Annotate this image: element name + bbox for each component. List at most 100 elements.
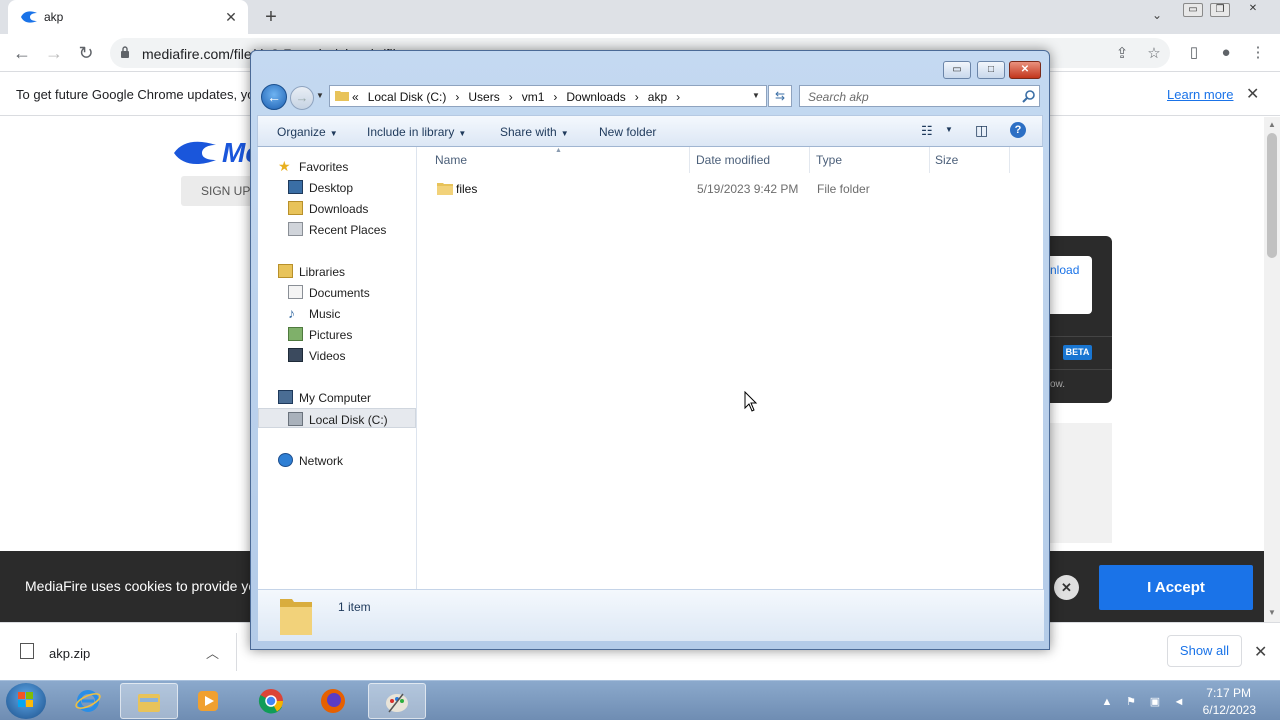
breadcrumb-users[interactable]: Users <box>468 90 499 104</box>
organize-menu[interactable]: Organize ▼ <box>277 125 338 139</box>
breadcrumb-separator[interactable]: › <box>553 90 557 104</box>
nav-documents[interactable]: Documents <box>258 282 416 302</box>
nav-network[interactable]: Network <box>258 450 416 470</box>
clock-time[interactable]: 7:17 PM <box>1206 686 1251 700</box>
window-minimize-button[interactable]: ▭ <box>1183 3 1203 17</box>
include-in-library-menu[interactable]: Include in library ▼ <box>367 125 466 139</box>
nav-recent-places-label: Recent Places <box>309 223 387 237</box>
breadcrumb-separator[interactable]: › <box>676 90 680 104</box>
new-tab-button[interactable]: + <box>260 6 282 28</box>
explorer-close-button[interactable]: ✕ <box>1009 61 1041 79</box>
accept-cookies-button[interactable]: I Accept <box>1099 565 1253 610</box>
taskbar-media-player[interactable] <box>180 683 238 719</box>
nav-libraries[interactable]: Libraries <box>258 261 416 281</box>
volume-muted-icon[interactable]: ◄ <box>1172 695 1186 709</box>
window-restore-button[interactable]: ❐ <box>1210 3 1230 17</box>
nav-my-computer[interactable]: My Computer <box>258 387 416 407</box>
column-name[interactable]: Name <box>435 153 467 167</box>
address-history-chevron-icon[interactable]: ▼ <box>752 91 760 100</box>
column-separator[interactable] <box>809 147 810 173</box>
download-file-name[interactable]: akp.zip <box>49 646 90 661</box>
reload-icon[interactable]: ↻ <box>75 42 97 64</box>
file-row[interactable]: files 5/19/2023 9:42 PM File folder <box>427 177 1027 199</box>
column-date-modified[interactable]: Date modified <box>696 153 770 167</box>
nav-music-label: Music <box>309 307 341 321</box>
menu-kebab-icon[interactable]: ⋮ <box>1248 43 1268 63</box>
back-arrow-icon[interactable]: ← <box>11 42 33 64</box>
view-options-chevron-icon[interactable]: ▼ <box>945 125 953 134</box>
share-icon[interactable]: ⇪ <box>1113 45 1131 63</box>
network-icon[interactable]: ▣ <box>1148 695 1162 709</box>
taskbar-internet-explorer[interactable] <box>60 683 118 719</box>
breadcrumb-separator[interactable]: › <box>635 90 639 104</box>
breadcrumb-separator[interactable]: › <box>455 90 459 104</box>
action-center-flag-icon[interactable]: ⚑ <box>1124 695 1138 709</box>
breadcrumb-local-disk[interactable]: Local Disk (C:) <box>368 90 447 104</box>
column-separator[interactable] <box>929 147 930 173</box>
tab-close-icon[interactable]: ✕ <box>222 8 240 26</box>
share-with-menu[interactable]: Share with ▼ <box>500 125 569 139</box>
page-scrollbar[interactable]: ▲ ▼ <box>1264 117 1280 622</box>
window-close-button[interactable]: ✕ <box>1243 3 1263 17</box>
taskbar-paint[interactable] <box>368 683 426 719</box>
download-options-chevron-icon[interactable]: ︿ <box>206 643 219 662</box>
scroll-thumb[interactable] <box>1267 133 1277 258</box>
breadcrumb-vm1[interactable]: vm1 <box>522 90 545 104</box>
bookmark-star-icon[interactable]: ☆ <box>1145 45 1163 63</box>
organize-label: Organize <box>277 125 326 139</box>
explorer-forward-button[interactable]: → <box>290 86 314 110</box>
nav-music[interactable]: ♪ Music <box>258 303 416 323</box>
breadcrumb-overflow[interactable]: « <box>352 90 359 104</box>
new-folder-button[interactable]: New folder <box>599 125 656 139</box>
browser-tab[interactable]: akp ✕ <box>8 0 248 34</box>
beta-badge: BETA <box>1063 345 1092 360</box>
nav-downloads[interactable]: Downloads <box>258 198 416 218</box>
nav-videos[interactable]: Videos <box>258 345 416 365</box>
show-hidden-icons-icon[interactable]: ▲ <box>1100 695 1114 709</box>
learn-more-link[interactable]: Learn more <box>1167 87 1233 102</box>
explorer-back-button[interactable]: ← <box>261 84 287 110</box>
breadcrumb-akp[interactable]: akp <box>648 90 667 104</box>
sign-up-button[interactable]: SIGN UP <box>181 176 253 206</box>
profile-avatar-icon[interactable]: ● <box>1216 43 1236 63</box>
taskbar-windows-explorer[interactable] <box>120 683 178 719</box>
taskbar-firefox[interactable] <box>305 683 363 719</box>
scroll-down-icon[interactable]: ▼ <box>1267 608 1277 618</box>
refresh-icon[interactable]: ⇆ <box>768 85 792 107</box>
column-separator[interactable] <box>689 147 690 173</box>
cookie-close-icon[interactable]: ✕ <box>1054 575 1079 600</box>
nav-desktop[interactable]: Desktop <box>258 177 416 197</box>
breadcrumb-downloads[interactable]: Downloads <box>566 90 625 104</box>
chevron-down-icon: ▼ <box>458 129 467 138</box>
taskbar-chrome[interactable] <box>243 683 301 719</box>
tab-search-chevron-icon[interactable]: ⌄ <box>1152 8 1162 22</box>
explorer-search-input[interactable]: Search akp <box>799 85 1040 107</box>
downloads-close-icon[interactable]: ✕ <box>1254 642 1267 662</box>
scroll-up-icon[interactable]: ▲ <box>1267 120 1277 130</box>
view-options-icon[interactable]: ☷ <box>921 123 933 139</box>
help-icon[interactable]: ? <box>1010 122 1026 138</box>
start-button[interactable] <box>6 683 46 719</box>
explorer-minimize-button[interactable]: ▭ <box>943 61 971 79</box>
infobar-close-icon[interactable]: ✕ <box>1246 84 1259 104</box>
forward-arrow-icon[interactable]: → <box>43 42 65 64</box>
show-all-button[interactable]: Show all <box>1167 635 1242 667</box>
nav-pictures[interactable]: Pictures <box>258 324 416 344</box>
column-type[interactable]: Type <box>816 153 842 167</box>
windows-logo-icon <box>18 692 33 707</box>
search-icon[interactable] <box>1022 89 1036 103</box>
column-size[interactable]: Size <box>935 153 958 167</box>
clock-date[interactable]: 6/12/2023 <box>1196 703 1256 717</box>
nav-recent-places[interactable]: Recent Places <box>258 219 416 239</box>
preview-pane-icon[interactable]: ◫ <box>975 122 988 139</box>
nav-local-disk[interactable]: Local Disk (C:) <box>258 408 416 428</box>
breadcrumb[interactable]: « Local Disk (C:) › Users › vm1 › Downloads › akp… <box>352 90 689 104</box>
explorer-address-bar[interactable]: « Local Disk (C:) › Users › vm1 › Downloads › akp… <box>329 85 767 107</box>
nav-favorites[interactable]: ★ Favorites <box>258 156 416 176</box>
side-panel-icon[interactable]: ▯ <box>1184 43 1204 63</box>
column-separator[interactable] <box>1009 147 1010 173</box>
breadcrumb-separator[interactable]: › <box>509 90 513 104</box>
folder-icon <box>138 694 160 712</box>
recent-pages-chevron-icon[interactable]: ▼ <box>316 91 324 100</box>
explorer-maximize-button[interactable]: □ <box>977 61 1005 79</box>
